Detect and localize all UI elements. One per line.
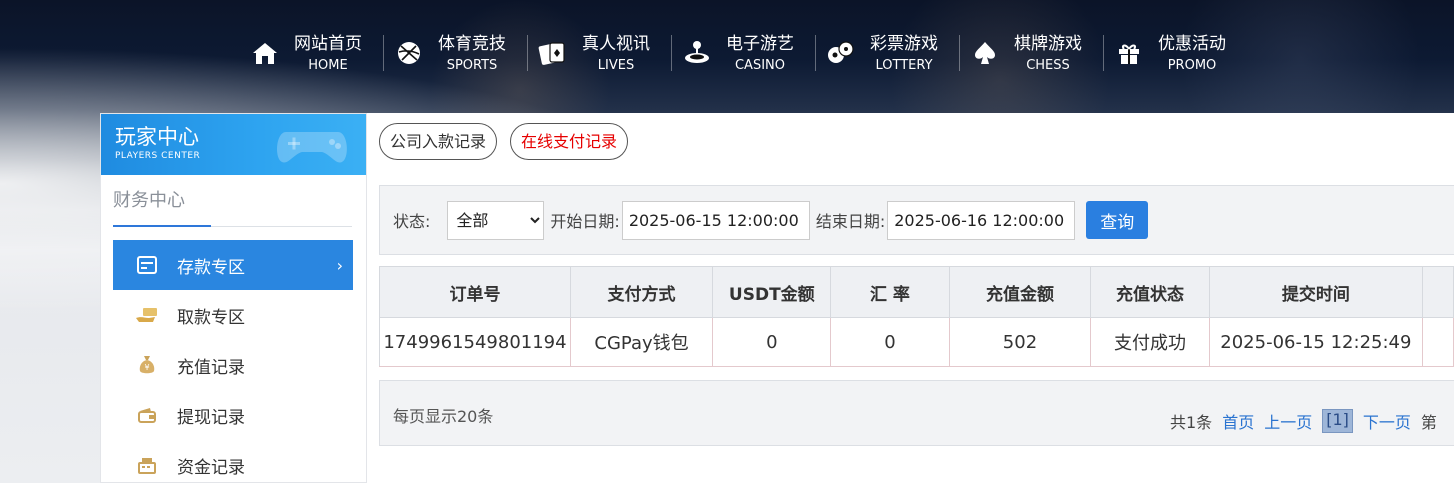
joystick-icon	[682, 38, 712, 68]
sidebar-section-finance: 财务中心	[113, 187, 352, 227]
cell-extra	[1422, 317, 1454, 367]
table-header-row: 订单号 支付方式 USDT金额 汇 率 充值金额 充值状态 提交时间	[379, 266, 1454, 318]
sidebar-item-label: 资金记录	[177, 457, 245, 478]
tab-online-payment-records[interactable]: 在线支付记录	[510, 123, 629, 160]
sidebar-header: 玩家中心 PLAYERS CENTER	[101, 114, 366, 175]
cell-rate: 0	[830, 317, 950, 367]
current-page: [1]	[1322, 409, 1353, 433]
record-tabs: 公司入款记录 在线支付记录	[379, 123, 641, 160]
nav-item-sports[interactable]: 体育竞技 SPORTS	[383, 33, 528, 73]
money-bag-icon: ¥	[135, 353, 159, 377]
lottery-balls-icon	[826, 38, 856, 68]
basketball-icon	[394, 38, 424, 68]
nav-item-chess[interactable]: 棋牌游戏 CHESS	[959, 33, 1104, 73]
sidebar-item-recharge-records[interactable]: ¥ 充值记录	[113, 340, 353, 390]
pagination-bar: 每页显示20条 共1条 首页 上一页 [1] 下一页 第	[379, 380, 1454, 446]
gamepad-icon	[272, 118, 352, 175]
wallet-icon	[135, 403, 159, 427]
svg-text:¥: ¥	[144, 363, 149, 372]
gift-icon	[1114, 38, 1144, 68]
nav-label-cn: 真人视讯	[582, 33, 650, 54]
cell-submit-time: 2025-06-15 12:25:49	[1208, 317, 1424, 367]
column-header-recharge-amount: 充值金额	[948, 266, 1092, 318]
spade-icon	[970, 38, 1000, 68]
prev-page-link[interactable]: 上一页	[1264, 409, 1312, 433]
cell-usdt-amount: 0	[712, 317, 832, 367]
sidebar-item-fund-records[interactable]: 资金记录	[113, 440, 353, 483]
nav-item-promo[interactable]: 优惠活动 PROMO	[1103, 33, 1248, 73]
nav-label-en: CASINO	[734, 57, 785, 73]
nav-label-cn: 网站首页	[294, 33, 362, 54]
card-icon	[135, 253, 159, 277]
nav-label-en: LIVES	[597, 57, 635, 73]
tab-company-deposit-records[interactable]: 公司入款记录	[379, 123, 498, 160]
cell-recharge-amount: 502	[948, 317, 1092, 367]
column-header-submit-time: 提交时间	[1208, 266, 1424, 318]
cell-recharge-status: 支付成功	[1090, 317, 1210, 367]
cash-hand-icon	[135, 303, 159, 327]
sidebar-item-withdraw-records[interactable]: 提现记录	[113, 390, 353, 440]
nav-label-en: LOTTERY	[875, 57, 933, 73]
column-header-usdt-amount: USDT金额	[712, 266, 832, 318]
sidebar-section-label: 财务中心	[113, 190, 185, 211]
next-page-link[interactable]: 下一页	[1363, 409, 1411, 433]
nav-label-en: HOME	[308, 57, 348, 73]
nav-item-casino[interactable]: 电子游艺 CASINO	[671, 33, 816, 73]
playing-cards-icon	[538, 38, 568, 68]
top-nav: 网站首页 HOME 体育竞技 SPORTS 真人视讯 LIVES 电子游艺 CASINO…	[240, 0, 1248, 106]
sidebar: 玩家中心 PLAYERS CENTER 财务中心 存款专区 › 取款专区 ¥ 充…	[100, 113, 367, 483]
sidebar-item-label: 充值记录	[177, 357, 245, 378]
pagination: 共1条 首页 上一页 [1] 下一页 第	[1170, 409, 1447, 433]
nav-label-cn: 彩票游戏	[870, 33, 938, 54]
nav-label-cn: 体育竞技	[438, 33, 506, 54]
nav-item-lives[interactable]: 真人视讯 LIVES	[527, 33, 672, 73]
first-page-link[interactable]: 首页	[1222, 409, 1254, 433]
cell-order-no: 1749961549801194	[379, 317, 571, 367]
records-table: 订单号 支付方式 USDT金额 汇 率 充值金额 充值状态 提交时间 17499…	[379, 266, 1454, 367]
filter-bar: 状态: 全部 开始日期: 结束日期: 查询	[379, 185, 1454, 255]
nav-label-cn: 优惠活动	[1158, 33, 1226, 54]
nav-label-en: SPORTS	[446, 57, 498, 73]
query-button[interactable]: 查询	[1086, 201, 1149, 239]
sidebar-item-label: 提现记录	[177, 407, 245, 428]
status-select[interactable]: 全部	[447, 200, 545, 240]
column-header-rate: 汇 率	[830, 266, 950, 318]
sidebar-item-withdraw[interactable]: 取款专区	[113, 290, 353, 340]
status-label: 状态:	[393, 212, 431, 231]
total-count: 共1条	[1170, 413, 1213, 432]
end-date-input[interactable]	[887, 200, 1076, 240]
nav-item-lottery[interactable]: 彩票游戏 LOTTERY	[815, 33, 960, 73]
start-date-label: 开始日期:	[550, 212, 620, 231]
nav-label-cn: 棋牌游戏	[1014, 33, 1082, 54]
cell-payment-method: CGPay钱包	[569, 317, 714, 367]
nav-label-en: CHESS	[1026, 57, 1070, 73]
nav-label-cn: 电子游艺	[726, 33, 794, 54]
main-panel: 公司入款记录 在线支付记录 状态: 全部 开始日期: 结束日期: 查询 订单号 …	[367, 113, 1454, 483]
chevron-right-icon: ›	[336, 255, 343, 275]
page-jump-label: 第	[1420, 413, 1437, 432]
column-header-extra	[1422, 266, 1454, 318]
sidebar-item-deposit[interactable]: 存款专区 ›	[113, 240, 353, 290]
column-header-recharge-status: 充值状态	[1090, 266, 1210, 318]
cash-register-icon	[135, 453, 159, 477]
column-header-order-no: 订单号	[379, 266, 571, 318]
column-header-payment-method: 支付方式	[569, 266, 714, 318]
sidebar-item-label: 取款专区	[177, 307, 245, 328]
start-date-input[interactable]	[621, 200, 810, 240]
nav-label-en: PROMO	[1167, 57, 1217, 73]
sidebar-item-label: 存款专区	[177, 257, 245, 278]
end-date-label: 结束日期:	[815, 212, 886, 231]
home-icon	[250, 38, 280, 68]
nav-item-home[interactable]: 网站首页 HOME	[240, 33, 384, 73]
per-page-text: 每页显示20条	[393, 407, 494, 426]
table-row: 1749961549801194 CGPay钱包 0 0 502 支付成功 20…	[379, 317, 1454, 367]
